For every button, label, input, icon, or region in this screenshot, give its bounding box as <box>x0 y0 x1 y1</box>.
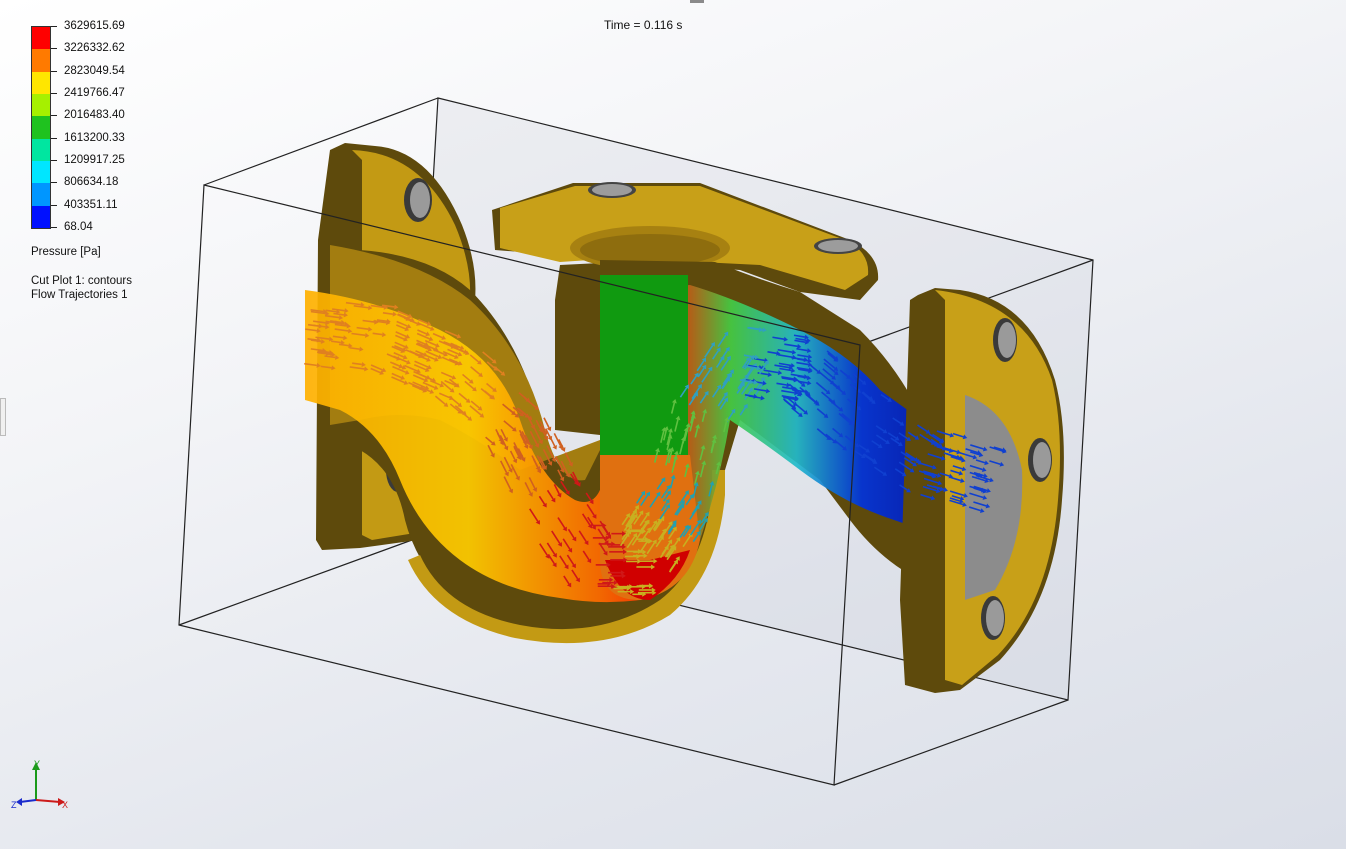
y-axis-label: Y <box>34 759 40 769</box>
coordinate-triad: Y X Z <box>11 759 68 810</box>
z-axis <box>19 799 37 803</box>
z-axis-label: Z <box>11 800 17 810</box>
x-axis <box>35 799 61 803</box>
x-axis-label: X <box>62 800 68 810</box>
z-axis-arrow-icon <box>16 798 22 806</box>
model-scene[interactable] <box>0 0 1346 849</box>
graphics-viewport[interactable]: 3629615.69 3226332.62 2823049.54 2419766.47… <box>0 0 1346 849</box>
